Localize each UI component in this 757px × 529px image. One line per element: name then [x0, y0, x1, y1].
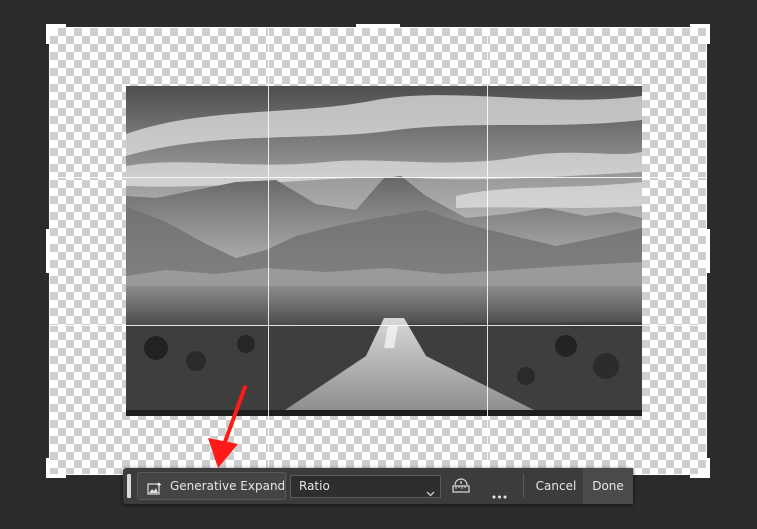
cancel-button[interactable]: Cancel [529, 468, 583, 504]
more-options-icon[interactable] [492, 484, 507, 503]
generative-expand-button[interactable]: Generative Expand [137, 472, 286, 500]
ratio-dropdown[interactable]: Ratio [290, 475, 441, 498]
generative-expand-icon [147, 479, 162, 505]
landscape-photo [126, 86, 642, 416]
crop-handle-top-left-vertical[interactable] [46, 24, 50, 44]
straighten-icon[interactable] [452, 478, 470, 498]
crop-handle-right[interactable] [706, 229, 710, 273]
canvas-area [0, 0, 757, 529]
annotation-arrow [208, 385, 247, 468]
grid-line-vertical-1 [268, 28, 269, 474]
grid-line-horizontal-2 [50, 325, 706, 326]
grid-line-vertical-2 [487, 28, 488, 474]
crop-handle-top-right-vertical[interactable] [706, 24, 710, 44]
crop-handle-top[interactable] [356, 24, 400, 28]
toolbar-drag-handle[interactable] [127, 474, 131, 498]
generative-expand-label: Generative Expand [170, 479, 286, 493]
toolbar-separator [523, 474, 524, 498]
crop-handle-bottom-left-vertical[interactable] [46, 458, 50, 478]
chevron-down-icon [426, 483, 435, 504]
crop-handle-bottom-right-vertical[interactable] [706, 458, 710, 478]
ratio-dropdown-value: Ratio [299, 479, 330, 493]
contextual-task-bar: Generative Expand Ratio Cancel Done [123, 468, 633, 504]
crop-handle-left[interactable] [46, 229, 50, 273]
done-button[interactable]: Done [583, 468, 633, 504]
grid-line-horizontal-1 [50, 177, 706, 178]
